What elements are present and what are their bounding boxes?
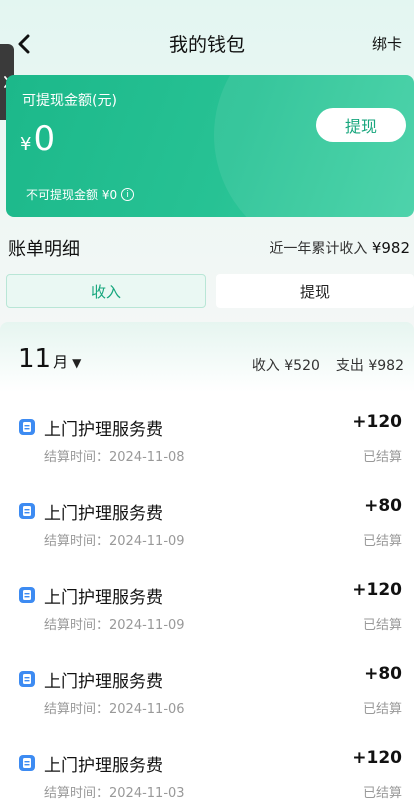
month-stats: 收入 ¥520 支出 ¥982 [252, 355, 404, 375]
item-status: 已结算 [362, 786, 402, 801]
list-item[interactable]: 上门护理服务费 结算时间：2024-11-06 +80 已结算 [0, 658, 414, 720]
month-expense: 支出 ¥982 [335, 358, 404, 374]
page-title: 我的钱包 [168, 34, 245, 56]
item-time: 结算时间：2024-11-03 [44, 786, 185, 801]
item-time: 结算时间：2024-11-09 [44, 534, 185, 549]
item-amount: +80 [364, 664, 402, 684]
item-time: 结算时间：2024-11-09 [44, 618, 185, 633]
item-status: 已结算 [362, 450, 402, 465]
receipt-icon [19, 755, 35, 771]
bill-title: 账单明细 [8, 239, 80, 260]
month-unit: 月 [53, 353, 69, 371]
year-total-label: 近一年累计收入 [269, 241, 368, 257]
receipt-icon [19, 419, 35, 435]
item-status: 已结算 [362, 534, 402, 549]
list-item[interactable]: 上门护理服务费 结算时间：2024-11-09 +80 已结算 [0, 490, 414, 552]
month-number: 11 [18, 344, 52, 374]
non-withdrawable-text: 不可提现金额 ¥0 [26, 188, 118, 202]
item-amount: +120 [352, 580, 402, 600]
amount-value: 0 [33, 119, 56, 159]
receipt-icon [19, 671, 35, 687]
item-name: 上门护理服务费 [44, 504, 163, 524]
item-time: 结算时间：2024-11-06 [44, 702, 185, 717]
month-selector[interactable]: 11 月 ▼ [18, 344, 81, 374]
item-name: 上门护理服务费 [44, 756, 163, 776]
receipt-icon [19, 503, 35, 519]
bill-list: 11 月 ▼ 收入 ¥520 支出 ¥982 上门护理服务费 结算时间：2024… [0, 322, 414, 810]
non-withdrawable: 不可提现金额 ¥0 i [26, 186, 135, 203]
withdrawable-label: 可提现金额(元) [22, 93, 117, 109]
item-time: 结算时间：2024-11-08 [44, 450, 185, 465]
item-status: 已结算 [362, 618, 402, 633]
withdrawable-amount: ¥ 0 [20, 119, 55, 159]
bind-card-button[interactable]: 绑卡 [372, 33, 402, 54]
wallet-card: 可提现金额(元) ¥ 0 提现 不可提现金额 ¥0 i [6, 75, 414, 217]
year-total: 近一年累计收入 ¥982 [269, 238, 410, 258]
item-name: 上门护理服务费 [44, 672, 163, 692]
item-amount: +120 [352, 748, 402, 768]
list-item[interactable]: 上门护理服务费 结算时间：2024-11-03 +120 已结算 [0, 742, 414, 804]
year-total-amount: ¥982 [371, 239, 410, 257]
receipt-icon [19, 587, 35, 603]
month-income: 收入 ¥520 [251, 358, 320, 374]
list-item[interactable]: 上门护理服务费 结算时间：2024-11-08 +120 已结算 [0, 406, 414, 468]
tab-withdraw[interactable]: 提现 [216, 274, 414, 308]
info-icon[interactable]: i [121, 188, 135, 201]
currency-symbol: ¥ [20, 134, 32, 155]
item-amount: +120 [352, 412, 402, 432]
tab-income[interactable]: 收入 [6, 274, 206, 308]
withdraw-button[interactable]: 提现 [316, 108, 406, 142]
bill-tabs: 收入 提现 [6, 274, 414, 308]
item-amount: +80 [364, 496, 402, 516]
item-status: 已结算 [362, 702, 402, 717]
item-name: 上门护理服务费 [44, 420, 163, 440]
item-name: 上门护理服务费 [44, 588, 163, 608]
caret-down-icon: ▼ [72, 356, 82, 370]
list-item[interactable]: 上门护理服务费 结算时间：2024-11-09 +120 已结算 [0, 574, 414, 636]
nav-bar: 我的钱包 绑卡 [0, 22, 414, 66]
